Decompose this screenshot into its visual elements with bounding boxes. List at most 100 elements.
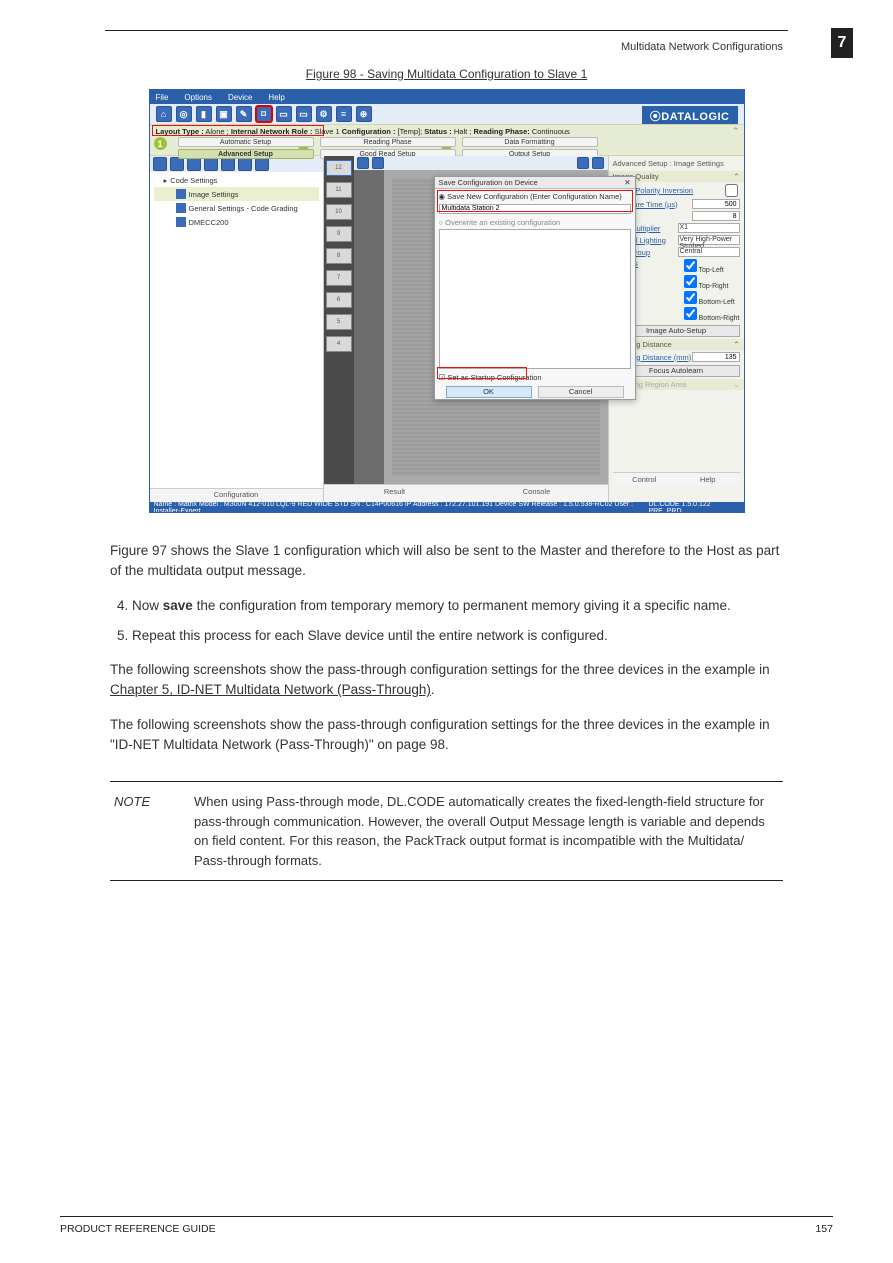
pause-icon[interactable] [372,157,384,169]
advanced-setup-button[interactable]: Advanced Setup [178,149,314,159]
center-footer: Result Console [324,484,608,502]
code-icon [176,217,186,227]
lt-icon[interactable] [204,157,218,171]
connect-icon[interactable]: ◎ [176,106,192,122]
view-toolbar [354,156,608,170]
monitor-icon[interactable]: ⌑ [256,106,272,122]
dialog-titlebar: Save Configuration on Device ✕ [435,177,635,189]
play-icon[interactable] [357,157,369,169]
exposure-input[interactable] [692,199,740,209]
list-icon[interactable]: ≡ [336,106,352,122]
footer-left: PRODUCT REFERENCE GUIDE [60,1223,216,1235]
menu-help[interactable]: Help [268,93,284,102]
menu-options[interactable]: Options [184,93,212,102]
lt-icon[interactable] [153,157,167,171]
paragraph-3: The following screenshots show the pass-… [110,715,783,756]
header-section: Multidata Network Configurations [40,41,783,53]
save-config-dialog: Save Configuration on Device ✕ ◉ Save Ne… [434,176,636,400]
thumb-11[interactable]: 11 [326,182,352,198]
settings-breadcrumb: Advanced Setup : Image Settings [613,158,740,169]
figure-caption: Figure 98 - Saving Multidata Configurati… [40,67,853,81]
thumb-6[interactable]: 6 [326,292,352,308]
lt-icon[interactable] [238,157,252,171]
menu-bar: File Options Device Help [150,90,744,104]
sector-tr[interactable]: Top-Right [684,275,740,290]
automatic-setup-button[interactable]: Automatic Setup [178,137,314,147]
note-block: NOTE When using Pass-through mode, DL.CO… [110,781,783,881]
gain-mul-select[interactable]: X1 [678,223,740,233]
polarity-checkbox[interactable] [725,184,738,197]
gain-input[interactable] [692,211,740,221]
save-icon[interactable]: ▣ [216,106,232,122]
lt-icon[interactable] [170,157,184,171]
view-area: Save Configuration on Device ✕ ◉ Save Ne… [354,156,608,502]
config-tree: ▸ Code Settings Image Settings General S… [150,172,323,488]
lt-icon[interactable] [221,157,235,171]
note-label: NOTE [114,792,194,812]
thumb-12[interactable]: 12 [326,160,352,176]
close-icon[interactable]: ✕ [624,178,630,187]
settings-icon [176,203,186,213]
thumb-9[interactable]: 9 [326,226,352,242]
tree-general-settings[interactable]: General Settings - Code Grading [154,201,319,215]
center-pane: 12 11 10 9 8 7 6 5 4 [324,156,608,502]
cancel-button[interactable]: Cancel [538,386,624,398]
console-tab[interactable]: Console [466,485,608,502]
lt-icon[interactable] [187,157,201,171]
menu-file[interactable]: File [156,93,169,102]
page-footer: PRODUCT REFERENCE GUIDE 157 [60,1216,833,1235]
app-screenshot: File Options Device Help ⌂ ◎ ▮ ▣ ✎ ⌑ ▭ ▭… [149,89,745,513]
thumbnail-strip: 12 11 10 9 8 7 6 5 4 [324,156,354,502]
list-item-5: Repeat this process for each Slave devic… [132,626,783,646]
lt-icon[interactable] [255,157,269,171]
readdist-input[interactable] [692,352,740,362]
ribbon: Layout Type : Alone ; Internal Network R… [150,124,744,156]
sector-tl[interactable]: Top-Left [684,259,740,274]
led-select[interactable]: Central [678,247,740,257]
sector-bl[interactable]: Bottom-Left [684,291,740,306]
control-tab[interactable]: Control [613,473,677,486]
left-pane: ▸ Code Settings Image Settings General S… [150,156,324,502]
tree-image-settings[interactable]: Image Settings [154,187,319,201]
thumb-8[interactable]: 8 [326,248,352,264]
tool-icon[interactable]: ✎ [236,106,252,122]
tree-dmecc200[interactable]: DMECC200 [154,215,319,229]
thumb-5[interactable]: 5 [326,314,352,330]
overwrite-radio[interactable]: ○ Overwrite an existing configuration [439,218,631,227]
device-icon[interactable]: ▭ [276,106,292,122]
thumb-7[interactable]: 7 [326,270,352,286]
status-line: Layout Type : Alone ; Internal Network R… [154,126,572,137]
status-bar: Name : Matrix Model : M300N 412-010 LQL-… [150,502,744,513]
lighting-select[interactable]: Very High-Power Strobed [678,235,740,245]
menu-device[interactable]: Device [228,93,252,102]
thumb-4[interactable]: 4 [326,336,352,352]
result-tab[interactable]: Result [324,485,466,502]
step-1-icon: 1 [154,137,167,150]
help-tab[interactable]: Help [676,473,740,486]
reading-phase-button[interactable]: Reading Phase [320,137,456,147]
ok-button[interactable]: OK [446,386,532,398]
data-formatting-button[interactable]: Data Formatting [462,137,598,147]
home-icon[interactable]: ⌂ [156,106,172,122]
main-toolbar: ⌂ ◎ ▮ ▣ ✎ ⌑ ▭ ▭ ⚙ ≡ ⊕ ⦿DATALOGIC [150,104,744,124]
note-text: When using Pass-through mode, DL.CODE au… [194,792,779,870]
existing-configs-list[interactable] [439,229,631,369]
target-icon[interactable]: ⊕ [356,106,372,122]
sector-br[interactable]: Bottom-Right [684,307,740,322]
window-icon[interactable]: ▭ [296,106,312,122]
collapse-ribbon-icon[interactable]: ⌃ [732,126,740,137]
status-left: Name : Matrix Model : M300N 412-010 LQL-… [154,501,649,513]
left-footer: Configuration [150,488,323,502]
paragraph-2: The following screenshots show the pass-… [110,660,783,701]
status-right: DL.CODE 1.5.0.122 PRE_PRD [648,501,739,513]
settings-icon[interactable]: ⚙ [316,106,332,122]
stop-icon[interactable] [592,157,604,169]
footer-right: 157 [815,1223,833,1235]
list-item-4: Now save the configuration from temporar… [132,596,783,616]
play2-icon[interactable] [577,157,589,169]
tree-root[interactable]: ▸ Code Settings [154,174,319,187]
highlight-startup-checkbox [437,367,527,379]
thumb-10[interactable]: 10 [326,204,352,220]
user-icon[interactable]: ▮ [196,106,212,122]
image-icon [176,189,186,199]
